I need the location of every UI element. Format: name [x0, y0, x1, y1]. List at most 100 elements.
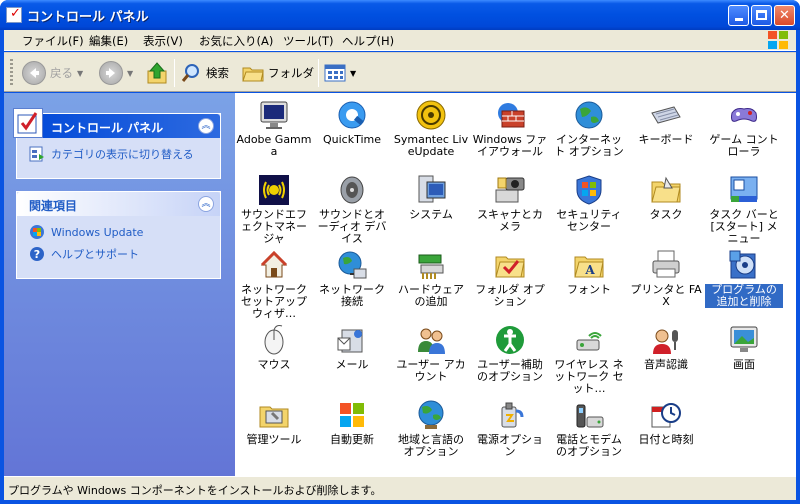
folders-icon — [242, 67, 264, 82]
phone-icon — [573, 399, 605, 431]
toolbar-separator — [174, 59, 175, 87]
switch-category-view-label: カテゴリの表示に切り替える — [51, 148, 194, 161]
control-panel-item[interactable]: ゲーム コントローラ — [705, 99, 783, 158]
back-label: 戻る — [50, 66, 73, 80]
related-topics-header[interactable]: 関連項目 ︽ — [17, 192, 220, 216]
control-panel-item[interactable]: ユーザー補助のオプション — [471, 324, 549, 383]
up-button[interactable] — [146, 60, 168, 86]
title-bar[interactable]: ✓ コントロール パネル ✕ — [0, 0, 800, 30]
item-label: ハードウェアの追加 — [398, 283, 464, 308]
control-panel-item[interactable]: 音声認識 — [627, 324, 705, 371]
control-panel-item[interactable]: Windows ファイアウォール — [471, 99, 549, 158]
item-label: 電源オプション — [477, 433, 543, 458]
control-panel-item[interactable]: ワイヤレス ネットワーク セット… — [550, 324, 628, 395]
collapse-chevron-icon[interactable]: ︽ — [198, 196, 214, 212]
control-panel-item[interactable]: サウンドとオーディオ デバイス — [313, 174, 391, 245]
item-label: フォント — [567, 283, 611, 296]
item-label: 画面 — [733, 358, 755, 371]
item-label: マウス — [257, 358, 291, 371]
control-panel-item[interactable]: 自動更新 — [313, 399, 391, 446]
folder-up-icon — [147, 62, 167, 84]
back-button[interactable]: 戻る ▼ — [22, 60, 83, 86]
item-label: 電話とモデムのオプション — [556, 433, 622, 458]
menu-edit[interactable]: 編集(E) — [89, 33, 128, 49]
keyboard-icon — [650, 99, 682, 131]
forward-button[interactable]: ▼ — [99, 60, 133, 86]
menu-file[interactable]: ファイル(F) — [22, 33, 84, 49]
font-folder-icon: A — [573, 249, 605, 281]
item-label: ユーザー補助のオプション — [477, 358, 543, 383]
item-label: プリンタと FAX — [630, 283, 702, 308]
help-support-link[interactable]: ? ヘルプとサポート — [29, 246, 210, 262]
control-panel-item[interactable]: 地域と言語のオプション — [392, 399, 470, 458]
menu-favorites[interactable]: お気に入り(A) — [199, 33, 273, 49]
power-icon — [494, 399, 526, 431]
task-folder-icon — [650, 174, 682, 206]
toolbar: 戻る ▼ ▼ 検索 フォルダ ▼ — [4, 52, 796, 92]
forward-dropdown-icon[interactable]: ▼ — [127, 69, 133, 78]
accessibility-icon — [494, 324, 526, 356]
admin-tools-icon — [258, 399, 290, 431]
control-panel-item[interactable]: セキュリティ センター — [550, 174, 628, 233]
control-panel-item[interactable]: プログラムの追加と削除 — [705, 249, 783, 308]
control-panel-item[interactable]: システム — [392, 174, 470, 221]
region-globe-icon — [415, 399, 447, 431]
toolbar-separator — [318, 59, 319, 87]
menu-view[interactable]: 表示(V) — [143, 33, 183, 49]
control-panel-item[interactable]: ネットワーク セットアップ ウィザ… — [235, 249, 313, 320]
category-view-icon — [29, 146, 44, 162]
menu-tools[interactable]: ツール(T) — [283, 33, 334, 49]
control-panel-item[interactable]: Adobe Gamma — [235, 99, 313, 158]
item-label: 管理ツール — [246, 433, 302, 446]
minimize-button[interactable] — [728, 5, 749, 26]
toolbar-grip[interactable] — [10, 59, 13, 87]
control-panel-item[interactable]: プリンタと FAX — [627, 249, 705, 308]
item-label: サウンドとオーディオ デバイス — [317, 208, 387, 245]
windows-update-label: Windows Update — [51, 225, 144, 239]
control-panel-item[interactable]: ネットワーク接続 — [313, 249, 391, 308]
control-panel-item[interactable]: 電話とモデムのオプション — [550, 399, 628, 458]
control-panel-item[interactable]: インターネット オプション — [550, 99, 628, 158]
control-panel-item[interactable]: マウス — [235, 324, 313, 371]
close-button[interactable]: ✕ — [774, 5, 795, 26]
control-panel-item[interactable]: 管理ツール — [235, 399, 313, 446]
views-button[interactable]: ▼ — [324, 60, 356, 86]
back-dropdown-icon[interactable]: ▼ — [77, 69, 83, 78]
control-panel-box: コントロール パネル ︽ カテゴリの表示に切り替える — [13, 108, 221, 179]
search-button[interactable]: 検索 — [180, 60, 229, 86]
control-panel-item[interactable]: A フォント — [550, 249, 628, 296]
control-panel-item[interactable]: 電源オプション — [471, 399, 549, 458]
switch-category-view-link[interactable]: カテゴリの表示に切り替える — [29, 146, 210, 162]
views-dropdown-icon[interactable]: ▼ — [350, 69, 356, 78]
folders-button[interactable]: フォルダ — [242, 60, 314, 86]
control-panel-item[interactable]: フォルダ オプション — [471, 249, 549, 308]
control-panel-box-header[interactable]: コントロール パネル ︽ — [13, 108, 220, 138]
control-panel-item[interactable]: ハードウェアの追加 — [392, 249, 470, 308]
clock-icon — [650, 399, 682, 431]
control-panel-item[interactable]: タスク — [627, 174, 705, 221]
control-panel-item[interactable]: サウンドエフェクトマネージャ — [235, 174, 313, 245]
windows-update-link[interactable]: Windows Update — [29, 224, 210, 240]
control-panel-item[interactable]: 日付と時刻 — [627, 399, 705, 446]
item-label: ユーザー アカウント — [396, 358, 466, 383]
control-panel-item[interactable]: QuickTime — [313, 99, 391, 146]
item-label: タスク バーと [スタート] メニュー — [709, 208, 779, 245]
add-remove-icon — [728, 249, 760, 281]
liveupdate-icon — [415, 99, 447, 131]
control-panel-item[interactable]: Symantec LiveUpdate — [392, 99, 470, 158]
control-panel-items: Adobe Gamma QuickTime Symantec LiveUpdate W… — [235, 93, 796, 476]
collapse-chevron-icon[interactable]: ︽ — [198, 118, 214, 134]
menu-help[interactable]: ヘルプ(H) — [342, 33, 394, 49]
users-icon — [415, 324, 447, 356]
control-panel-item[interactable]: キーボード — [627, 99, 705, 146]
gamepad-icon — [728, 99, 760, 131]
control-panel-item[interactable]: タスク バーと [スタート] メニュー — [705, 174, 783, 245]
control-panel-item[interactable]: スキャナとカメラ — [471, 174, 549, 233]
control-panel-item[interactable]: 画面 — [705, 324, 783, 371]
item-label: ゲーム コントローラ — [709, 133, 779, 158]
windows-flag-icon — [336, 399, 368, 431]
control-panel-item[interactable]: ユーザー アカウント — [392, 324, 470, 383]
control-panel-item[interactable]: メール — [313, 324, 391, 371]
maximize-button[interactable] — [751, 5, 772, 26]
item-label: Symantec LiveUpdate — [393, 133, 469, 158]
